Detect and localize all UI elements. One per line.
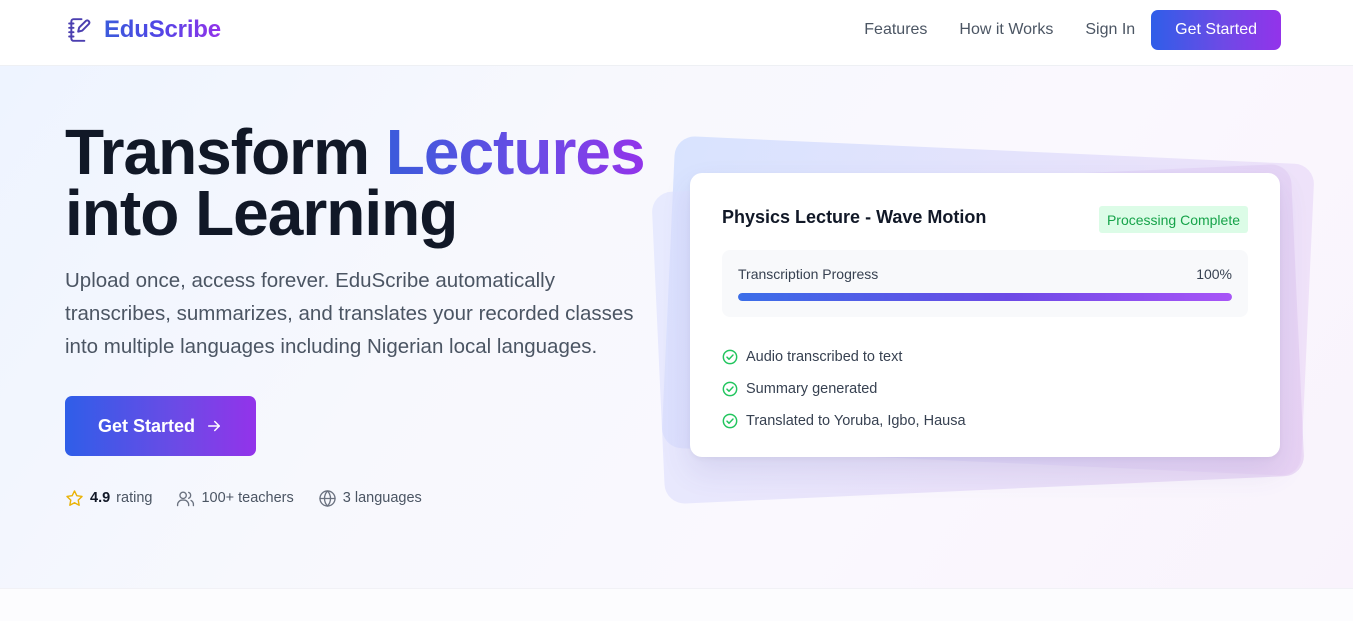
hero-subtext: Upload once, access forever. EduScribe a… [65,269,634,358]
lecture-title: Physics Lecture - Wave Motion [722,207,987,227]
hero-headline: Transform Lectures into Learning [65,120,685,249]
hero-cta-label: Get Started [97,415,196,436]
main-nav: Features How it Works Sign In Get Starte… [864,10,1281,50]
top-navbar: EduScribe Features How it Works Sign In … [0,0,1353,66]
users-icon [176,489,195,508]
brand-logo[interactable]: EduScribe [66,14,221,46]
brand-name: EduScribe [104,16,221,43]
stat-rating: 4.9 rating [65,489,152,508]
header-get-started-button[interactable]: Get Started [1151,10,1281,50]
nav-link-how-it-works[interactable]: How it Works [959,10,1053,50]
transcription-progress: Transcription Progress 100% [722,250,1248,317]
status-badge: Processing Complete [1098,206,1248,233]
stat-languages: 3 languages [318,489,422,508]
notebook-pen-icon [66,16,94,44]
nav-link-sign-in[interactable]: Sign In [1085,10,1135,50]
progress-label: Transcription Progress [738,266,879,282]
arrow-right-icon [205,417,223,435]
check-circle-icon [722,349,738,365]
progress-value: 100% [1196,266,1232,282]
checklist-item: Summary generated [722,373,966,405]
processing-checklist: Audio transcribed to text Summary genera… [722,341,966,437]
rating-label: rating [116,490,153,506]
checklist-label: Translated to Yoruba, Igbo, Hausa [746,413,966,429]
teachers-count: 100+ teachers [201,490,294,506]
progress-bar [738,293,1232,301]
globe-icon [318,489,337,508]
hero-section: Transform Lectures into Learning Upload … [0,66,1353,588]
headline-line-2: into Learning [65,177,458,249]
checklist-item: Audio transcribed to text [722,341,966,373]
progress-bar-fill [738,293,1232,301]
stat-teachers: 100+ teachers [176,489,294,508]
next-section-edge [0,588,1353,621]
checklist-label: Audio transcribed to text [746,349,903,365]
nav-link-features[interactable]: Features [864,10,927,50]
hero-stats: 4.9 rating 100+ teachers 3 languages [65,486,446,510]
lecture-preview-card: Physics Lecture - Wave Motion Processing… [690,173,1280,457]
hero-get-started-button[interactable]: Get Started [65,396,256,456]
rating-value: 4.9 [90,490,111,506]
check-circle-icon [722,413,738,429]
languages-count: 3 languages [342,490,422,506]
checklist-label: Summary generated [746,381,878,397]
check-circle-icon [722,381,738,397]
star-icon [65,489,84,508]
checklist-item: Translated to Yoruba, Igbo, Hausa [722,405,966,437]
